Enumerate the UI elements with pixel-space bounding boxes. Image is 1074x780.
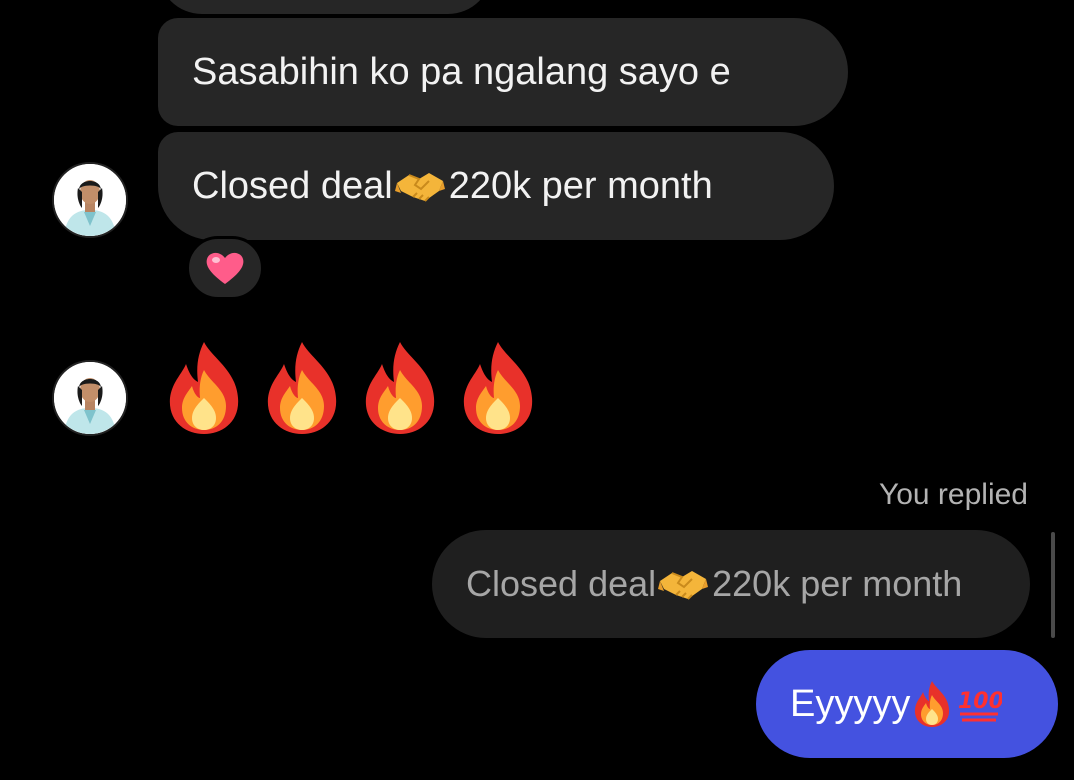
message-text-part: Closed deal [192,164,393,207]
reply-indicator-bar [1051,532,1055,638]
previous-message-bubble[interactable] [158,0,492,14]
fire-emoji-message[interactable] [166,340,536,436]
sent-message-text: Eyyyyy [790,682,911,725]
hundred-points-icon: 100 [958,689,1002,722]
quoted-text-part: 220k per month [712,563,963,604]
message-text-part: 220k per month [448,164,713,207]
svg-text:100: 100 [958,689,1002,714]
avatar-image [54,164,126,236]
you-replied-label: You replied [878,478,1028,511]
handshake-icon [394,173,445,202]
fire-icon [915,681,950,727]
pink-heart-icon [206,252,244,284]
fire-icon [169,342,239,434]
sender-avatar[interactable] [52,360,128,436]
fire-icon [365,342,435,434]
avatar-image [54,362,126,434]
quoted-text-part: Closed deal [466,563,657,604]
message-text: Sasabihin ko pa ngalang sayo e [192,50,731,93]
fire-icon [267,342,337,434]
received-message-bubble[interactable]: Closed deal 220k per month [158,132,834,240]
quoted-message-bubble[interactable]: Closed deal 220k per month [432,530,1030,638]
handshake-icon [658,571,709,600]
received-message-bubble[interactable]: Sasabihin ko pa ngalang sayo e [158,18,848,126]
sender-avatar[interactable] [52,162,128,238]
sent-message-bubble[interactable]: Eyyyyy 100 [756,650,1058,758]
fire-icon [463,342,533,434]
heart-reaction[interactable] [186,236,264,300]
